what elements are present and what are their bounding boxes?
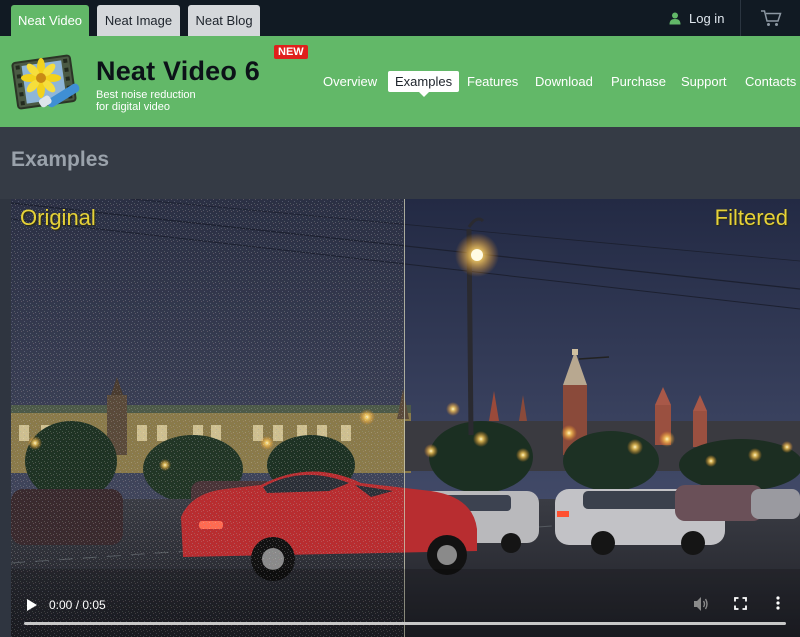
time-display: 0:00 / 0:05 — [49, 598, 106, 612]
product-tagline: Best noise reduction for digital video — [96, 89, 196, 113]
nav-features[interactable]: Features — [460, 71, 525, 92]
video-frame — [11, 199, 800, 637]
nav-contacts[interactable]: Contacts — [738, 71, 800, 92]
tab-neat-blog[interactable]: Neat Blog — [188, 5, 260, 36]
cart-icon — [760, 10, 782, 26]
page-title: Examples — [11, 148, 110, 171]
more-options-icon[interactable] — [776, 596, 780, 610]
volume-icon[interactable] — [693, 596, 709, 612]
tagline-line-1: Best noise reduction — [96, 89, 196, 101]
login-label: Log in — [689, 10, 725, 26]
nav-examples[interactable]: Examples — [388, 71, 460, 97]
filtered-caption: Filtered — [714, 205, 788, 230]
login-link[interactable]: Log in — [669, 0, 724, 36]
original-caption: Original — [20, 205, 96, 230]
nav-download[interactable]: Download — [528, 71, 600, 92]
tab-neat-video[interactable]: Neat Video — [11, 5, 89, 36]
neat-video-logo-icon[interactable] — [11, 51, 81, 115]
nav-overview[interactable]: Overview — [316, 71, 384, 92]
product-name: Neat Video 6 — [96, 56, 260, 86]
tab-neat-image[interactable]: Neat Image — [97, 5, 180, 36]
video-controls: 0:00 / 0:05 — [11, 585, 800, 637]
nav-support[interactable]: Support — [674, 71, 734, 92]
site-header: Neat Video 6 NEW Best noise reduction fo… — [0, 36, 800, 127]
video-player[interactable]: Original Filtered 0:00 / 0:05 — [11, 199, 800, 637]
user-icon — [669, 12, 681, 24]
play-icon[interactable] — [27, 599, 37, 611]
fullscreen-icon[interactable] — [734, 597, 747, 610]
cart-button[interactable] — [740, 0, 800, 36]
page-title-band: Examples — [0, 127, 800, 199]
video-progress-bar[interactable] — [24, 622, 786, 625]
nav-purchase[interactable]: Purchase — [604, 71, 673, 92]
new-badge: NEW — [274, 45, 308, 59]
tagline-line-2: for digital video — [96, 101, 170, 113]
top-bar: Neat Video Neat Image Neat Blog Log in — [0, 0, 800, 36]
